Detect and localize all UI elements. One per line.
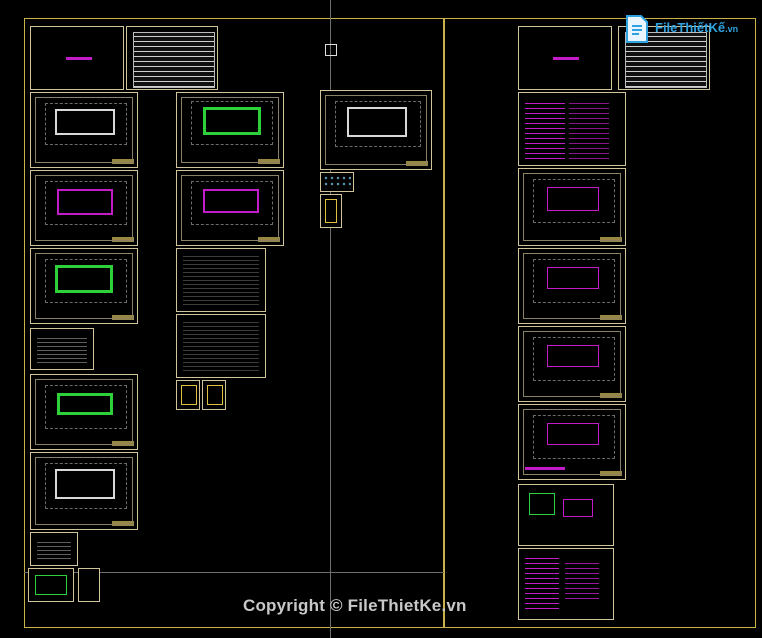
logo-name: FileThiếtKế xyxy=(655,20,726,35)
floor-plan-1-walls xyxy=(55,109,115,135)
file-document-icon xyxy=(626,15,648,43)
logo-suffix: .vn xyxy=(725,24,739,34)
legend-a-mark xyxy=(35,575,67,595)
legend-d-mark xyxy=(207,385,223,405)
general-notes-text-2 xyxy=(569,99,609,159)
title-block xyxy=(600,471,622,476)
cover-sheet-left xyxy=(30,26,124,90)
cover-title-mark xyxy=(66,57,92,60)
sheet-floor-plan-1 xyxy=(30,92,138,168)
cover-sheet-right xyxy=(518,26,612,90)
sheet-mep-plan-1 xyxy=(518,168,626,246)
drawing-index-table xyxy=(133,32,215,88)
mep-plan-2-grid xyxy=(533,259,615,303)
sheet-floor-plan-3 xyxy=(30,248,138,324)
sheet-floor-plan-5 xyxy=(30,452,138,530)
sheet-legend-center xyxy=(320,194,342,228)
floor-plan-1-grid xyxy=(45,103,127,145)
sheet-structure-details-1 xyxy=(176,248,266,312)
floor-plan-4-walls xyxy=(57,393,113,415)
title-block xyxy=(112,441,134,446)
title-block xyxy=(600,237,622,242)
mep-plan-4-label xyxy=(525,467,565,470)
legend-center-mark xyxy=(325,199,337,223)
floor-plan-5-grid xyxy=(45,463,127,509)
floor-plan-2-grid xyxy=(45,181,127,225)
sheet-floor-plan-2 xyxy=(30,170,138,246)
detail-hatch xyxy=(37,337,87,363)
floor-plan-5-walls xyxy=(55,469,115,499)
mep-plan-3-grid xyxy=(533,337,615,381)
drawing-index-sheet xyxy=(126,26,218,90)
sheet-floor-plan-4 xyxy=(30,374,138,450)
plan-magenta-walls xyxy=(203,189,259,213)
detail-dots xyxy=(323,175,351,189)
copyright-watermark: Copyright © FileThietKe.vn xyxy=(243,596,467,615)
mep-notes-text-2 xyxy=(565,559,599,599)
sheet-plan-green xyxy=(176,92,284,168)
sheet-legend-a xyxy=(28,568,74,602)
sheet-legend-c xyxy=(176,380,200,410)
mep-plan-1-routes xyxy=(547,187,599,211)
floor-plan-3-grid xyxy=(45,259,127,303)
sheet-site-plan xyxy=(320,90,432,170)
sheet-details-small xyxy=(30,328,94,370)
cad-drawing-canvas[interactable]: FileThiếtKế.vn Copyright © FileThietKe.v… xyxy=(0,0,762,638)
site-plan-grid xyxy=(335,101,421,147)
title-block xyxy=(112,521,134,526)
sheet-mep-plan-2 xyxy=(518,248,626,324)
section-hatch xyxy=(37,539,71,559)
site-plan-walls xyxy=(347,107,407,137)
sheet-structure-details-2 xyxy=(176,314,266,378)
mep-plan-3-routes xyxy=(547,345,599,367)
sheet-plan-magenta xyxy=(176,170,284,246)
sheet-section-small xyxy=(30,532,78,566)
mep-details-magenta xyxy=(563,499,593,517)
floor-plan-2-walls xyxy=(57,189,113,215)
sheet-legend-d xyxy=(202,380,226,410)
sheet-mep-notes xyxy=(518,548,614,620)
sheet-mep-details xyxy=(518,484,614,546)
mep-plan-2-routes xyxy=(547,267,599,289)
mep-plan-4-grid xyxy=(533,415,615,459)
structure-details-2-hatch xyxy=(183,321,259,371)
sheet-notes xyxy=(518,92,626,166)
sheet-small-detail-center xyxy=(320,172,354,192)
title-block xyxy=(112,237,134,242)
cad-cursor-icon xyxy=(325,44,337,56)
sheet-legend-b xyxy=(78,568,100,602)
plan-green-walls xyxy=(203,107,261,135)
mep-details-green xyxy=(529,493,555,515)
logo-text: FileThiếtKế.vn xyxy=(655,20,738,35)
structure-details-1-hatch xyxy=(183,255,259,305)
title-block xyxy=(600,315,622,320)
plan-magenta-grid xyxy=(191,181,273,225)
title-block xyxy=(258,237,280,242)
cover-title-mark xyxy=(553,57,579,60)
sheet-mep-plan-4 xyxy=(518,404,626,480)
sheet-mep-plan-3 xyxy=(518,326,626,402)
mep-plan-4-routes xyxy=(547,423,599,445)
title-block xyxy=(112,315,134,320)
general-notes-text xyxy=(525,99,565,159)
floor-plan-4-grid xyxy=(45,385,127,429)
plan-green-grid xyxy=(191,101,273,145)
mep-plan-1-grid xyxy=(533,179,615,223)
title-block xyxy=(406,161,428,166)
mep-notes-text xyxy=(525,557,559,609)
floor-plan-3-walls xyxy=(55,265,113,293)
filethietke-logo: FileThiếtKế.vn xyxy=(624,14,738,46)
title-block xyxy=(112,159,134,164)
legend-c-mark xyxy=(181,385,197,405)
title-block xyxy=(600,393,622,398)
title-block xyxy=(258,159,280,164)
